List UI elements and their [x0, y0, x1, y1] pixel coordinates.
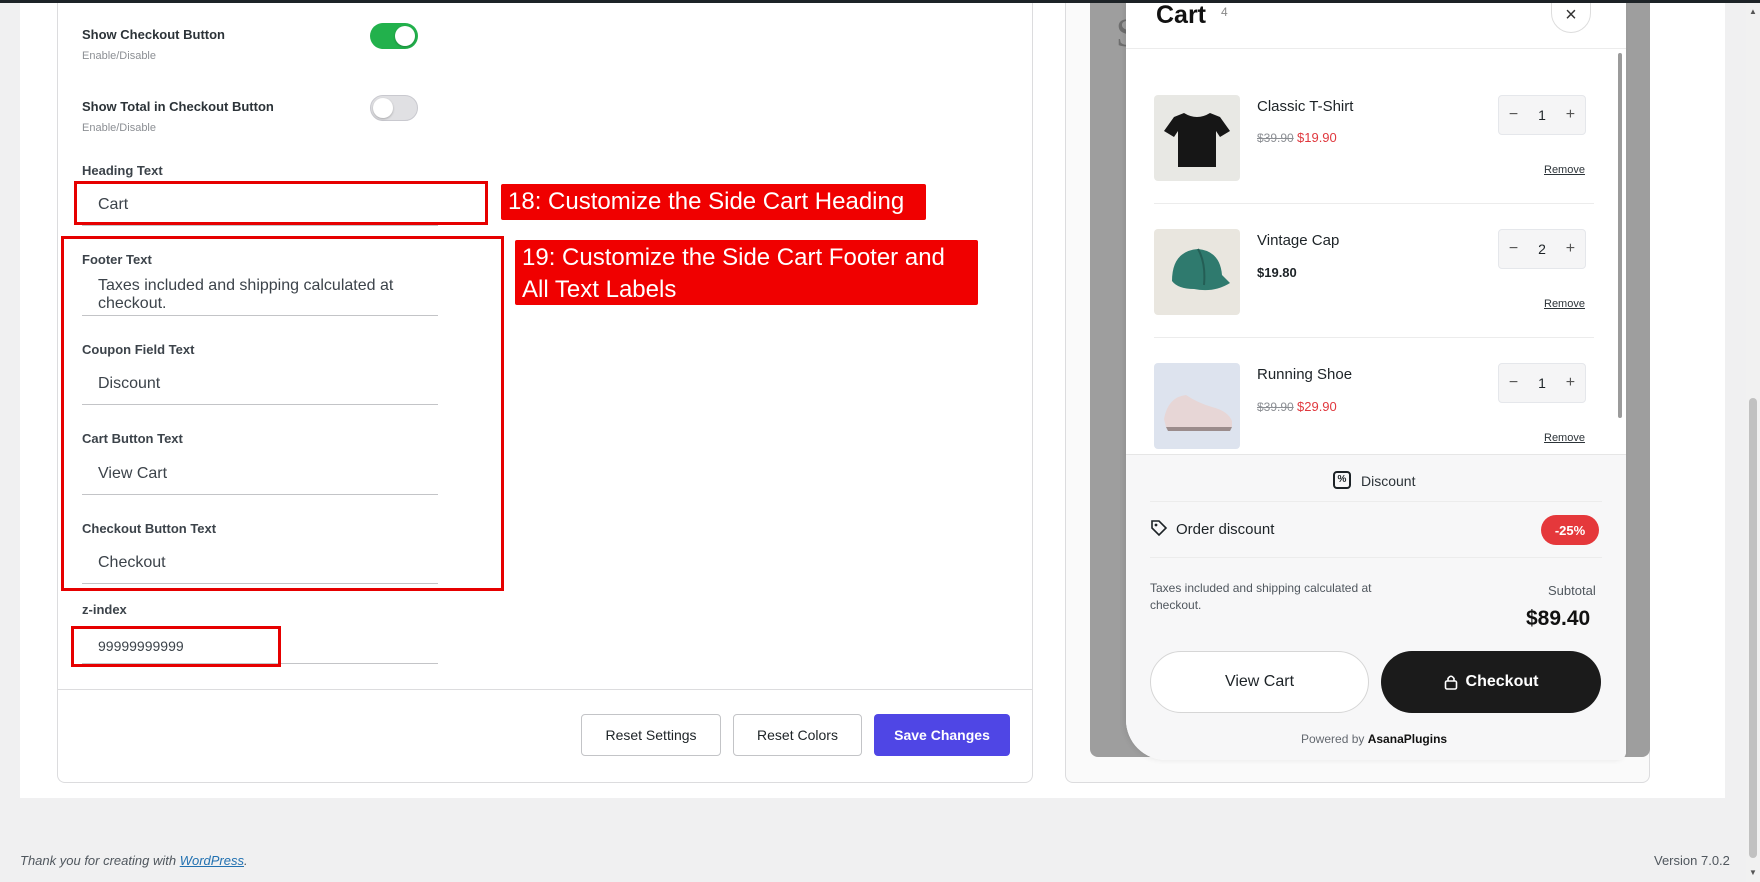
reset-colors-button[interactable]: Reset Colors — [733, 714, 862, 756]
version-label: Version 7.0.2 — [1654, 853, 1730, 868]
scrollbar-thumb[interactable] — [1749, 398, 1757, 858]
callout-18: 18: Customize the Side Cart Heading — [501, 184, 926, 220]
item-price: $29.90 — [1297, 399, 1337, 414]
plus-icon[interactable]: + — [1566, 374, 1575, 392]
item-thumb-shoe — [1154, 363, 1240, 449]
side-cart-drawer: Cart 4 × Classic T-Shirt $39.90 $19.90 −… — [1126, 3, 1626, 760]
callout-19-line-2: All Text Labels — [522, 276, 677, 303]
admin-footer-thanks: Thank you for creating with WordPress. — [20, 853, 248, 868]
plus-icon[interactable]: + — [1566, 240, 1575, 258]
remove-link[interactable]: Remove — [1544, 432, 1585, 444]
wordpress-link[interactable]: WordPress — [180, 853, 244, 868]
subtotal-value: $89.40 — [1526, 607, 1591, 630]
summary-divider — [1150, 557, 1602, 558]
footer-thanks-prefix: Thank you for creating with — [20, 853, 177, 868]
toggle-knob — [395, 26, 415, 46]
quantity-stepper[interactable]: − 2 + — [1498, 229, 1586, 269]
z-index-label: z-index — [82, 602, 127, 617]
checkout-button-label: Checkout — [1465, 673, 1539, 690]
show-total-label: Show Total in Checkout Button — [82, 99, 274, 114]
checkout-button[interactable]: Checkout — [1381, 651, 1601, 713]
cart-title: Cart — [1156, 3, 1207, 29]
callout-19: 19: Customize the Side Cart Footer and A… — [515, 240, 978, 305]
footer-note: Taxes included and shipping calculated a… — [1150, 581, 1372, 612]
quantity-stepper[interactable]: − 1 + — [1498, 95, 1586, 135]
remove-link[interactable]: Remove — [1544, 164, 1585, 176]
item-thumb-tshirt — [1154, 95, 1240, 181]
quantity-stepper[interactable]: − 1 + — [1498, 363, 1586, 403]
lock-icon — [1444, 675, 1457, 690]
reset-settings-button[interactable]: Reset Settings — [581, 714, 721, 756]
item-name: Running Shoe — [1257, 366, 1353, 383]
cart-count: 4 — [1221, 5, 1228, 19]
item-old-price: $39.90 — [1257, 131, 1294, 145]
show-total-hint: Enable/Disable — [82, 122, 156, 134]
item-old-price: $39.90 — [1257, 400, 1294, 414]
heading-text-label: Heading Text — [82, 163, 163, 178]
order-discount-label: Order discount — [1176, 521, 1275, 538]
show-total-toggle[interactable] — [370, 95, 418, 121]
minus-icon[interactable]: − — [1509, 240, 1518, 258]
callout-19-line-1: 19: Customize the Side Cart Footer and — [522, 244, 945, 271]
header-divider — [1126, 48, 1626, 49]
quantity-value[interactable]: 1 — [1538, 375, 1546, 391]
subtotal-label: Subtotal — [1548, 583, 1596, 598]
item-divider — [1154, 337, 1594, 338]
actions-divider — [58, 689, 1032, 690]
quantity-value[interactable]: 1 — [1538, 107, 1546, 123]
powered-by: Powered by AsanaPlugins — [1301, 732, 1447, 746]
item-thumb-cap — [1154, 229, 1240, 315]
order-discount-badge: -25% — [1541, 515, 1599, 545]
annotation-box-text-labels — [61, 236, 504, 591]
quantity-value[interactable]: 2 — [1538, 241, 1546, 257]
minus-icon[interactable]: − — [1509, 106, 1518, 124]
remove-link[interactable]: Remove — [1544, 298, 1585, 310]
item-price: $19.80 — [1257, 265, 1297, 280]
page-scrollbar[interactable]: ▲ ▼ — [1746, 3, 1760, 882]
annotation-box-z-index — [71, 626, 281, 667]
tag-icon — [1150, 519, 1168, 537]
discount-divider — [1150, 501, 1602, 502]
discount-icon: % — [1333, 471, 1351, 489]
item-name: Vintage Cap — [1257, 232, 1340, 249]
cap-image — [1172, 248, 1230, 291]
toggle-knob — [373, 98, 393, 118]
tshirt-image — [1164, 113, 1230, 167]
powered-by-prefix: Powered by — [1301, 732, 1365, 746]
scroll-down-arrow[interactable]: ▼ — [1749, 868, 1757, 877]
scroll-up-arrow[interactable]: ▲ — [1749, 7, 1757, 16]
content-area: Show Checkout Button Enable/Disable Show… — [20, 3, 1725, 798]
discount-toggle[interactable]: Discount — [1361, 473, 1415, 489]
view-cart-button[interactable]: View Cart — [1150, 651, 1369, 713]
minus-icon[interactable]: − — [1509, 374, 1518, 392]
footer-suffix: . — [244, 853, 248, 868]
items-scrollbar[interactable] — [1618, 53, 1622, 418]
item-name: Classic T-Shirt — [1257, 98, 1354, 115]
item-divider — [1154, 203, 1594, 204]
shoe-image — [1164, 395, 1232, 431]
show-checkout-hint: Enable/Disable — [82, 50, 156, 62]
settings-panel: Show Checkout Button Enable/Disable Show… — [57, 3, 1033, 783]
annotation-box-heading — [74, 181, 488, 225]
powered-by-brand[interactable]: AsanaPlugins — [1368, 732, 1447, 746]
show-checkout-label: Show Checkout Button — [82, 27, 225, 42]
left-edge — [0, 3, 20, 798]
plus-icon[interactable]: + — [1566, 106, 1575, 124]
item-price: $19.90 — [1297, 130, 1337, 145]
show-checkout-toggle[interactable] — [370, 23, 418, 49]
save-changes-button[interactable]: Save Changes — [874, 714, 1010, 756]
close-icon[interactable]: × — [1551, 3, 1591, 33]
